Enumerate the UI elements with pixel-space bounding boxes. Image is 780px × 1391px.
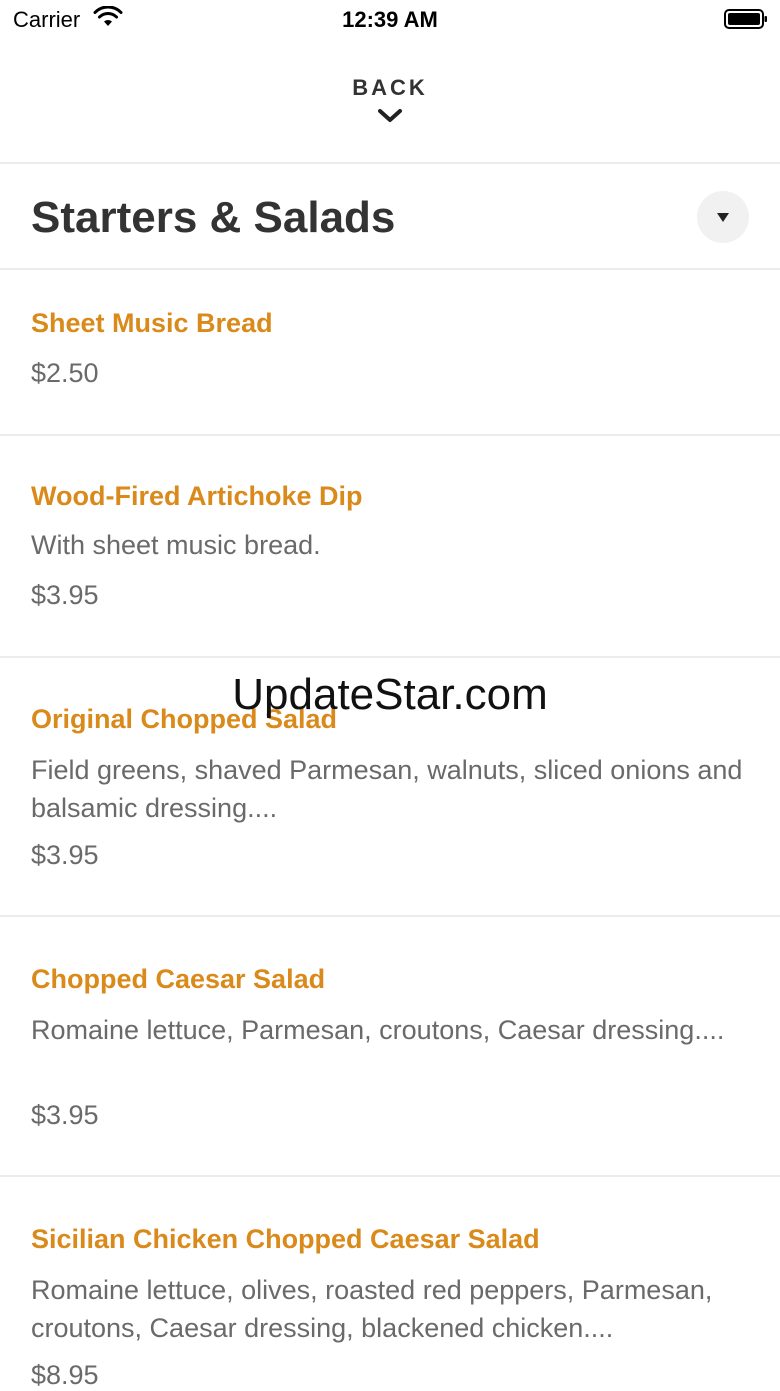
back-navigation[interactable]: BACK <box>0 70 780 162</box>
item-name: Original Chopped Salad <box>31 704 338 734</box>
section-title: Starters & Salads <box>31 193 396 242</box>
menu-item[interactable]: Sicilian Chicken Chopped Caesar Salad Ro… <box>0 1177 780 1390</box>
item-description: Romaine lettuce, Parmesan, croutons, Cae… <box>31 1015 725 1045</box>
divider <box>0 162 780 164</box>
item-price: $3.95 <box>31 1100 99 1130</box>
item-price: $3.95 <box>31 580 99 610</box>
section-dropdown-button[interactable] <box>697 191 749 243</box>
chevron-down-icon[interactable] <box>377 107 403 125</box>
item-name: Chopped Caesar Salad <box>31 964 326 994</box>
clock: 12:39 AM <box>342 7 438 32</box>
item-name: Sicilian Chicken Chopped Caesar Salad <box>31 1224 540 1254</box>
menu-item[interactable]: Sheet Music Bread $2.50 <box>0 270 780 434</box>
menu-item[interactable]: Chopped Caesar Salad Romaine lettuce, Pa… <box>0 917 780 1175</box>
caret-down-icon[interactable] <box>717 213 729 222</box>
item-name: Sheet Music Bread <box>31 308 273 338</box>
item-name: Wood-Fired Artichoke Dip <box>31 481 363 511</box>
menu-item[interactable]: Original Chopped Salad Field greens, sha… <box>0 658 780 915</box>
status-bar: Carrier 12:39 AM <box>0 0 780 40</box>
back-button[interactable]: BACK <box>0 70 780 101</box>
item-description: Romaine lettuce, olives, roasted red pep… <box>31 1275 713 1343</box>
item-price: $2.50 <box>31 358 99 388</box>
item-description: Field greens, shaved Parmesan, walnuts, … <box>31 755 743 823</box>
menu-item[interactable]: Wood-Fired Artichoke Dip With sheet musi… <box>0 436 780 656</box>
item-price: $3.95 <box>31 840 99 870</box>
battery-icon <box>724 9 767 29</box>
section-header: Starters & Salads <box>0 165 780 268</box>
item-description: With sheet music bread. <box>31 530 321 560</box>
item-price: $8.95 <box>31 1360 99 1390</box>
